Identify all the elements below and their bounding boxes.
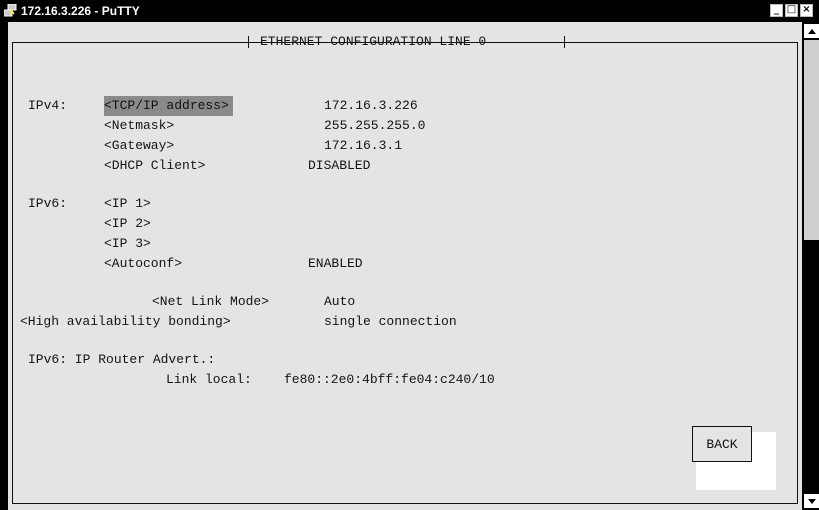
router-advert-heading: IPv6: IP Router Advert.: (28, 352, 216, 367)
ipv6-section-label: IPv6: (28, 196, 68, 211)
ip2-field[interactable]: <IP 2> (104, 214, 151, 234)
tcp-ip-address-value: 172.16.3.226 (324, 98, 418, 113)
terminal-console[interactable]: ETHERNET CONFIGURATION LINE 0 IPv4: <TCP… (8, 22, 802, 510)
ha-bonding-value: single connection (324, 314, 457, 329)
net-link-mode-value: Auto (324, 294, 356, 309)
dhcp-client-field[interactable]: <DHCP Client> (104, 156, 205, 176)
minimize-icon[interactable]: _ (770, 4, 783, 17)
link-local-label: Link local: (166, 372, 252, 387)
maximize-icon[interactable]: □ (785, 4, 798, 17)
netmask-field[interactable]: <Netmask> (104, 116, 174, 136)
header-rule-left (12, 42, 248, 43)
screen-header: ETHERNET CONFIGURATION LINE 0 (260, 34, 487, 49)
tcp-ip-address-field[interactable]: <TCP/IP address> (104, 96, 233, 116)
autoconf-value: ENABLED (308, 256, 363, 271)
dhcp-client-value: DISABLED (308, 158, 371, 173)
header-bracket-left (248, 36, 249, 48)
close-icon[interactable]: × (800, 4, 813, 17)
netmask-value: 255.255.255.0 (324, 118, 426, 133)
autoconf-field[interactable]: <Autoconf> (104, 254, 182, 274)
scroll-up-button[interactable] (804, 24, 819, 38)
link-local-value: fe80::2e0:4bff:fe04:c240/10 (284, 372, 495, 387)
ip1-field[interactable]: <IP 1> (104, 194, 151, 214)
window-title: 172.16.3.226 - PuTTY (21, 4, 140, 18)
ip3-field[interactable]: <IP 3> (104, 234, 151, 254)
gateway-value: 172.16.3.1 (324, 138, 403, 153)
window-titlebar[interactable]: 172.16.3.226 - PuTTY _ □ × (0, 0, 819, 22)
scroll-down-button[interactable] (804, 494, 819, 508)
ha-bonding-field[interactable]: <High availability bonding> (20, 312, 231, 332)
net-link-mode-field[interactable]: <Net Link Mode> (152, 292, 269, 312)
back-button[interactable]: BACK (692, 426, 752, 462)
arrow-down-icon (807, 498, 816, 504)
scroll-thumb[interactable] (804, 40, 819, 240)
vertical-scrollbar[interactable] (802, 22, 819, 510)
ipv4-section-label: IPv4: (28, 98, 68, 113)
header-rule-right (564, 42, 798, 43)
arrow-up-icon (807, 28, 816, 34)
gateway-field[interactable]: <Gateway> (104, 136, 174, 156)
putty-app-icon (3, 3, 17, 17)
